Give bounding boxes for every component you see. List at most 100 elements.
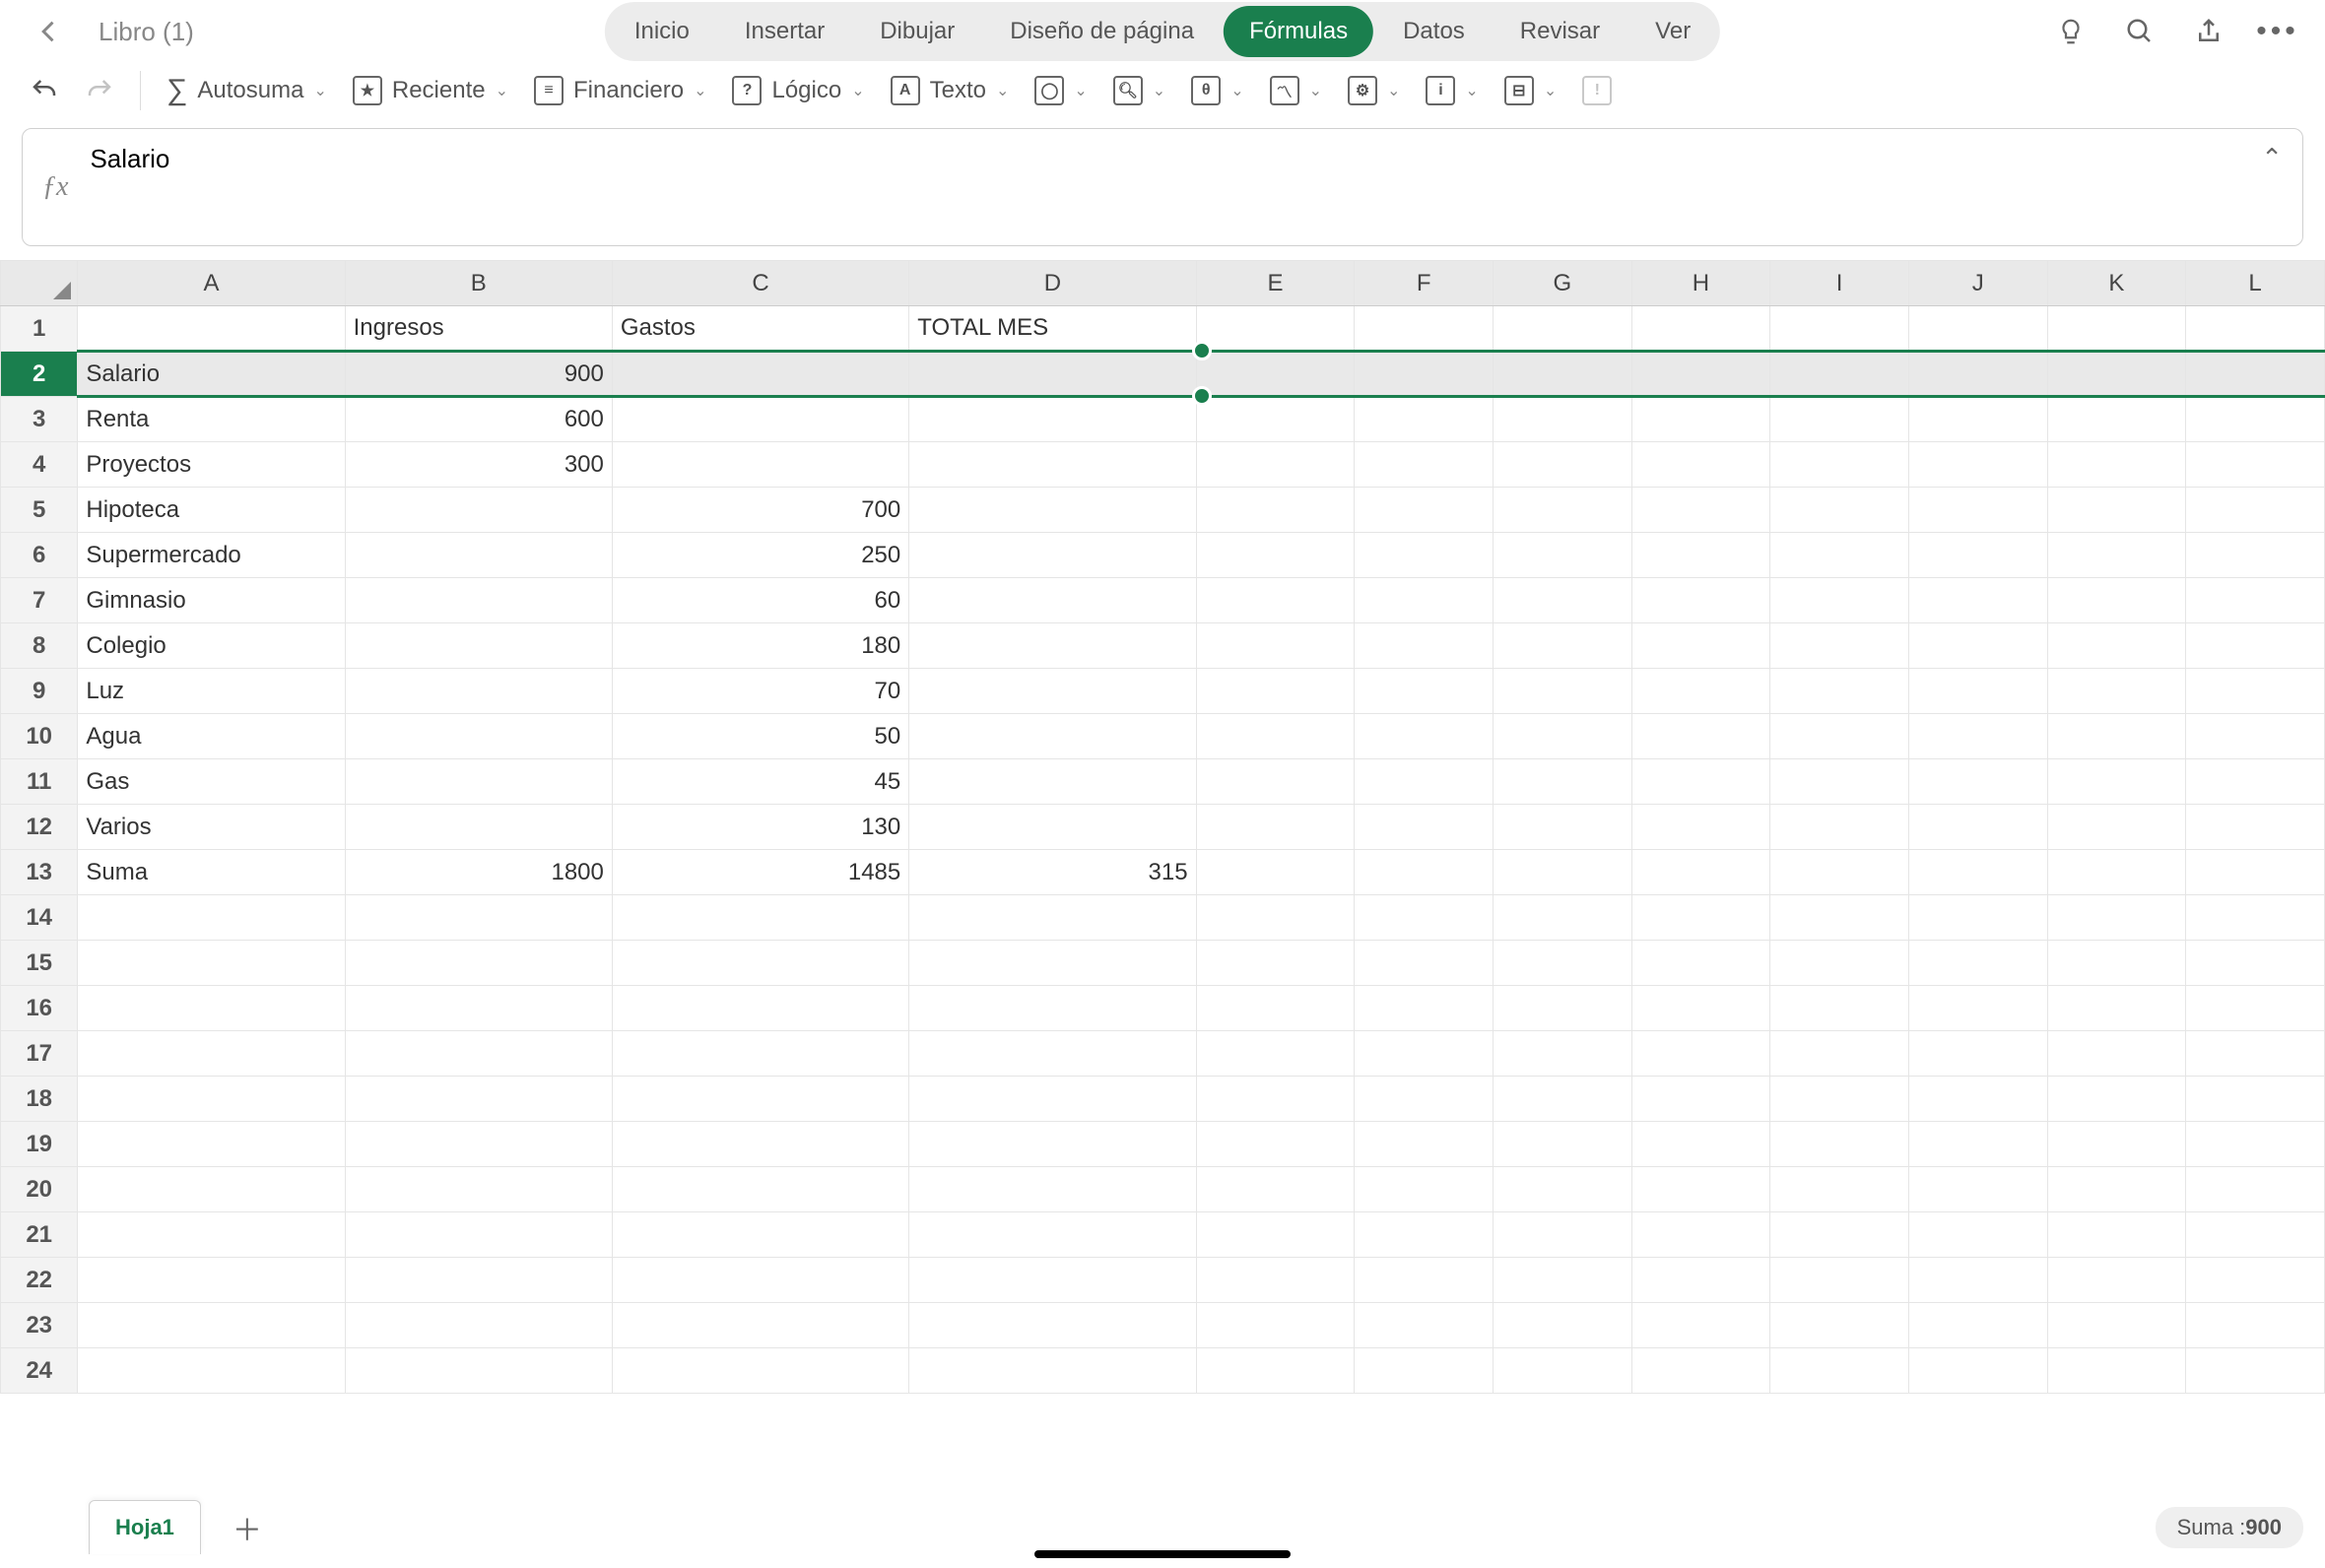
- cell-C15[interactable]: [612, 941, 908, 986]
- text-button[interactable]: A Texto ⌄: [891, 76, 1010, 105]
- cell-G9[interactable]: [1493, 669, 1631, 714]
- row-header[interactable]: 17: [1, 1031, 78, 1077]
- cell-B13[interactable]: 1800: [345, 850, 612, 895]
- date-time-button[interactable]: ◯ ⌄: [1034, 76, 1087, 105]
- cell-E8[interactable]: [1196, 623, 1355, 669]
- col-header-G[interactable]: G: [1493, 261, 1631, 306]
- cell-C24[interactable]: [612, 1348, 908, 1394]
- cell-K20[interactable]: [2047, 1167, 2186, 1212]
- row-header[interactable]: 7: [1, 578, 78, 623]
- cell-K15[interactable]: [2047, 941, 2186, 986]
- lightbulb-icon[interactable]: [2053, 14, 2089, 49]
- cell-L19[interactable]: [2186, 1122, 2325, 1167]
- cell-K9[interactable]: [2047, 669, 2186, 714]
- cell-F23[interactable]: [1355, 1303, 1494, 1348]
- cell-J24[interactable]: [1908, 1348, 2047, 1394]
- sheet-tab[interactable]: Hoja1: [89, 1500, 201, 1554]
- cell-E18[interactable]: [1196, 1077, 1355, 1122]
- cell-I6[interactable]: [1770, 533, 1909, 578]
- cell-F7[interactable]: [1355, 578, 1494, 623]
- cell-H14[interactable]: [1631, 895, 1770, 941]
- cell-G16[interactable]: [1493, 986, 1631, 1031]
- cell-F8[interactable]: [1355, 623, 1494, 669]
- cell-H8[interactable]: [1631, 623, 1770, 669]
- cell-K22[interactable]: [2047, 1258, 2186, 1303]
- tab-dibujar[interactable]: Dibujar: [854, 6, 980, 57]
- cell-I5[interactable]: [1770, 488, 1909, 533]
- cell-A17[interactable]: [78, 1031, 345, 1077]
- cell-I2[interactable]: [1770, 352, 1909, 397]
- engineering-button[interactable]: ⚙︎ ⌄: [1348, 76, 1400, 105]
- cell-L1[interactable]: [2186, 306, 2325, 352]
- cell-A10[interactable]: Agua: [78, 714, 345, 759]
- stats-button[interactable]: 〽 ⌄: [1270, 76, 1322, 105]
- cell-B4[interactable]: 300: [345, 442, 612, 488]
- cell-F2[interactable]: [1355, 352, 1494, 397]
- cell-B11[interactable]: [345, 759, 612, 805]
- cell-D3[interactable]: [909, 397, 1196, 442]
- cell-I22[interactable]: [1770, 1258, 1909, 1303]
- cell-I23[interactable]: [1770, 1303, 1909, 1348]
- cell-J10[interactable]: [1908, 714, 2047, 759]
- row-header[interactable]: 1: [1, 306, 78, 352]
- cell-B22[interactable]: [345, 1258, 612, 1303]
- cell-H3[interactable]: [1631, 397, 1770, 442]
- cell-K1[interactable]: [2047, 306, 2186, 352]
- cell-B6[interactable]: [345, 533, 612, 578]
- cell-G19[interactable]: [1493, 1122, 1631, 1167]
- cell-I13[interactable]: [1770, 850, 1909, 895]
- cell-A11[interactable]: Gas: [78, 759, 345, 805]
- row-header[interactable]: 6: [1, 533, 78, 578]
- cell-B23[interactable]: [345, 1303, 612, 1348]
- cell-H13[interactable]: [1631, 850, 1770, 895]
- cell-F10[interactable]: [1355, 714, 1494, 759]
- tab-ver[interactable]: Ver: [1629, 6, 1716, 57]
- cell-F20[interactable]: [1355, 1167, 1494, 1212]
- cell-K12[interactable]: [2047, 805, 2186, 850]
- cell-G14[interactable]: [1493, 895, 1631, 941]
- cell-H7[interactable]: [1631, 578, 1770, 623]
- row-header[interactable]: 24: [1, 1348, 78, 1394]
- cell-D15[interactable]: [909, 941, 1196, 986]
- cell-G17[interactable]: [1493, 1031, 1631, 1077]
- cell-K10[interactable]: [2047, 714, 2186, 759]
- cell-B8[interactable]: [345, 623, 612, 669]
- row-header[interactable]: 2: [1, 352, 78, 397]
- col-header-A[interactable]: A: [78, 261, 345, 306]
- cell-G3[interactable]: [1493, 397, 1631, 442]
- cell-D24[interactable]: [909, 1348, 1196, 1394]
- row-header[interactable]: 22: [1, 1258, 78, 1303]
- selection-handle-bottom[interactable]: [1192, 386, 1212, 406]
- col-header-D[interactable]: D: [909, 261, 1196, 306]
- cell-B9[interactable]: [345, 669, 612, 714]
- cell-K21[interactable]: [2047, 1212, 2186, 1258]
- col-header-I[interactable]: I: [1770, 261, 1909, 306]
- cell-C7[interactable]: 60: [612, 578, 908, 623]
- cell-G24[interactable]: [1493, 1348, 1631, 1394]
- cell-F3[interactable]: [1355, 397, 1494, 442]
- cell-A21[interactable]: [78, 1212, 345, 1258]
- cell-L8[interactable]: [2186, 623, 2325, 669]
- cell-I17[interactable]: [1770, 1031, 1909, 1077]
- cell-K13[interactable]: [2047, 850, 2186, 895]
- col-header-K[interactable]: K: [2047, 261, 2186, 306]
- cell-C19[interactable]: [612, 1122, 908, 1167]
- cell-E7[interactable]: [1196, 578, 1355, 623]
- error-check-button[interactable]: !: [1582, 76, 1612, 105]
- cell-K3[interactable]: [2047, 397, 2186, 442]
- cell-B24[interactable]: [345, 1348, 612, 1394]
- cell-F21[interactable]: [1355, 1212, 1494, 1258]
- cell-E3[interactable]: [1196, 397, 1355, 442]
- cell-C21[interactable]: [612, 1212, 908, 1258]
- cell-G11[interactable]: [1493, 759, 1631, 805]
- cell-D22[interactable]: [909, 1258, 1196, 1303]
- cell-E10[interactable]: [1196, 714, 1355, 759]
- col-header-F[interactable]: F: [1355, 261, 1494, 306]
- cell-K23[interactable]: [2047, 1303, 2186, 1348]
- cell-K17[interactable]: [2047, 1031, 2186, 1077]
- cell-K24[interactable]: [2047, 1348, 2186, 1394]
- formula-bar[interactable]: ƒx ⌃: [22, 128, 2303, 246]
- cell-L3[interactable]: [2186, 397, 2325, 442]
- cell-G23[interactable]: [1493, 1303, 1631, 1348]
- cell-B12[interactable]: [345, 805, 612, 850]
